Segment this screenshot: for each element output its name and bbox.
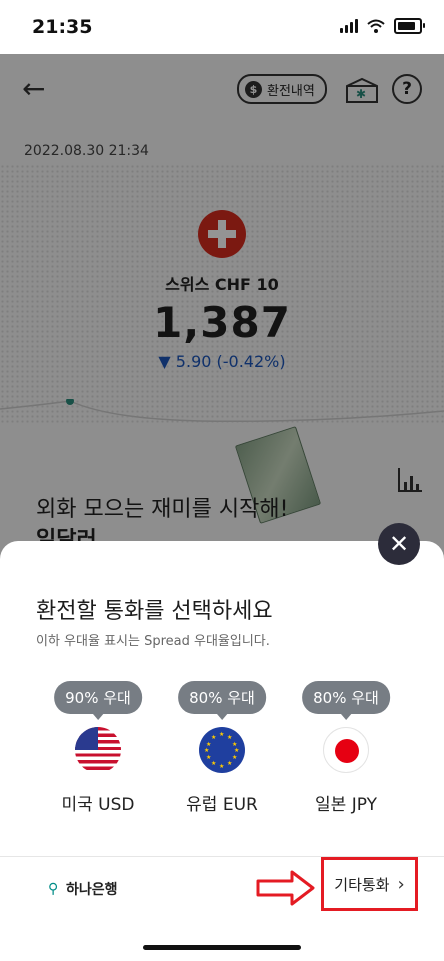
sheet-title: 환전할 통화를 선택하세요 (36, 599, 273, 624)
currency-name: 일본 JPY (315, 795, 377, 815)
chevron-right-icon: › (397, 873, 405, 895)
status-bar: 21:35 (0, 0, 444, 54)
currency-name: 미국 USD (61, 795, 135, 815)
currency-name: 유럽 EUR (186, 795, 258, 815)
currency-select-sheet: ✕ 환전할 통화를 선택하세요 이하 우대율 표시는 Spread 우대율입니다… (0, 523, 444, 961)
us-flag-icon (75, 727, 121, 773)
sheet-subtitle: 이하 우대율 표시는 Spread 우대율입니다. (36, 634, 270, 649)
status-icons (340, 18, 425, 34)
japan-flag-icon (323, 727, 369, 773)
hana-bank-logo: ⚲ 하나은행 (48, 879, 118, 899)
currency-option-jpy[interactable]: 80% 우대 일본 JPY (284, 681, 408, 821)
discount-badge: 80% 우대 (302, 681, 390, 720)
sheet-footer: ⚲ 하나은행 기타통화 › (0, 856, 444, 921)
currency-option-usd[interactable]: 90% 우대 미국 USD (36, 681, 160, 821)
status-time: 21:35 (32, 16, 93, 38)
other-currencies-button[interactable]: 기타통화 › (321, 857, 418, 911)
currency-option-eur[interactable]: 80% 우대 ★ ★ ★ ★ ★ ★ ★ ★ ★ ★ ★ ★ 유럽 EUR (160, 681, 284, 821)
eu-flag-icon: ★ ★ ★ ★ ★ ★ ★ ★ ★ ★ ★ ★ (199, 727, 245, 773)
red-arrow-annotation (256, 870, 315, 906)
hana-logo-icon: ⚲ (48, 881, 59, 897)
home-indicator[interactable] (143, 945, 301, 950)
bank-name: 하나은행 (66, 882, 118, 898)
battery-icon (394, 18, 425, 34)
close-button[interactable]: ✕ (378, 523, 420, 565)
discount-badge: 90% 우대 (54, 681, 142, 720)
currency-options: 90% 우대 미국 USD 80% 우대 ★ ★ ★ ★ ★ ★ ★ ★ ★ ★ ★ ★ 유럽 … (0, 681, 444, 821)
close-icon: ✕ (388, 530, 410, 558)
wifi-icon (367, 19, 385, 33)
signal-icon (340, 19, 358, 33)
other-currencies-label: 기타통화 (334, 875, 390, 894)
discount-badge: 80% 우대 (178, 681, 266, 720)
